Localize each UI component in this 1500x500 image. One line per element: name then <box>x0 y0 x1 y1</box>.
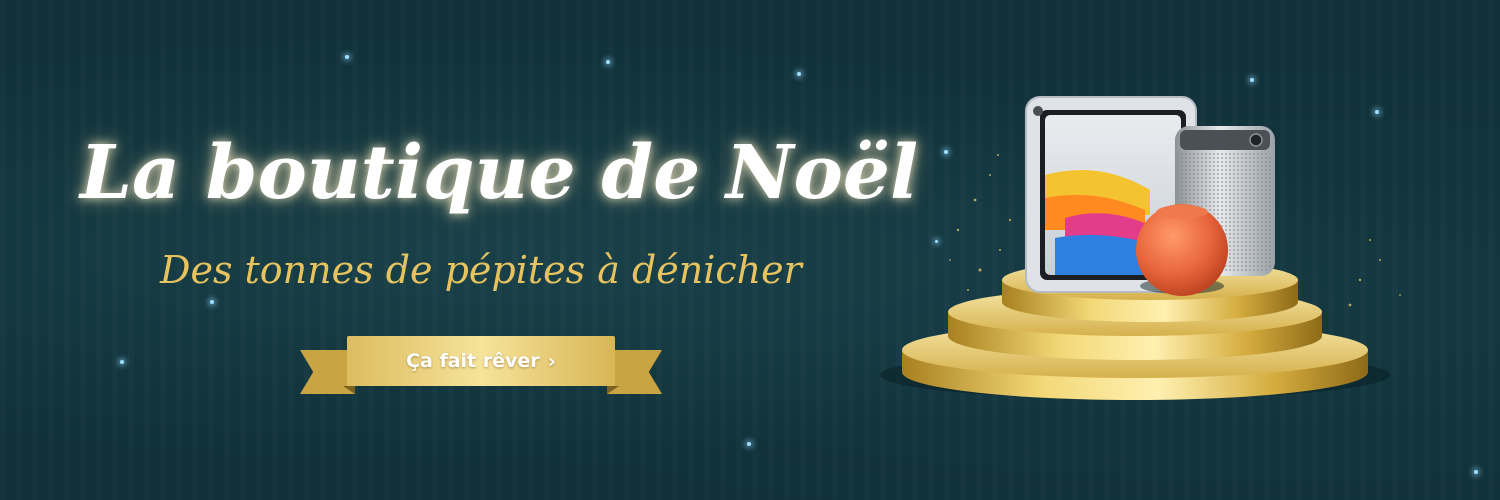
christmas-promo-banner[interactable]: La boutique de Noël Des tonnes de pépite… <box>0 0 1500 500</box>
sparkle-icon <box>606 60 610 64</box>
sparkle-icon <box>747 442 751 446</box>
cta-button[interactable]: Ça fait rêver › <box>347 336 615 386</box>
sparkle-icon <box>797 72 801 76</box>
sparkle-icon <box>345 55 349 59</box>
cta-label: Ça fait rêver <box>406 350 540 372</box>
smart-speaker-icon <box>1136 204 1228 296</box>
cta-ribbon: Ça fait rêver › <box>300 336 662 396</box>
banner-subtitle: Des tonnes de pépites à dénicher <box>160 248 802 292</box>
product-illustration <box>880 96 1401 400</box>
sparkle-icon <box>1474 470 1478 474</box>
sparkle-icon <box>210 300 214 304</box>
banner-title: La boutique de Noël <box>80 130 919 216</box>
sparkle-icon <box>120 360 124 364</box>
chevron-right-icon: › <box>547 349 556 373</box>
